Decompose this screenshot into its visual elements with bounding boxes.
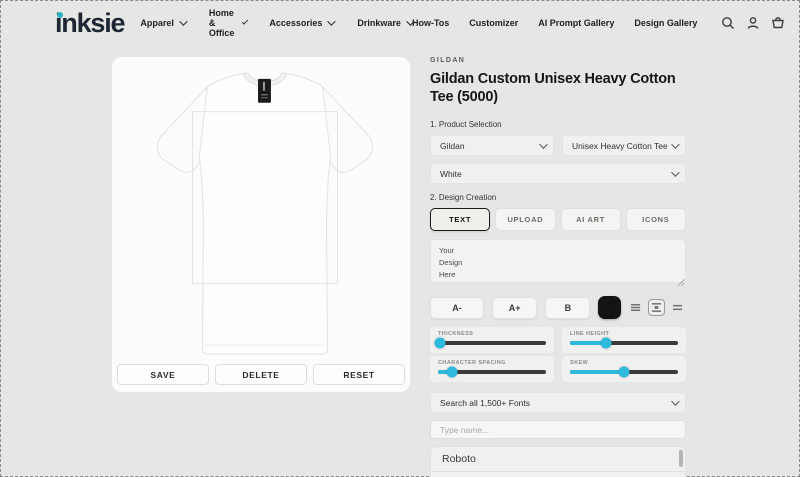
product-selects: Gildan Unisex Heavy Cotton Tee (5000) [430, 135, 686, 156]
link-customizer[interactable]: Customizer [469, 18, 518, 28]
chevron-down-icon [539, 141, 547, 149]
slider-grid: THICKNESS LINE HEIGHT CHARACTER SPACING [430, 327, 686, 382]
tshirt-image [122, 61, 400, 361]
header: inksie Apparel Home & Office Accessories… [0, 0, 800, 46]
page: inksie Apparel Home & Office Accessories… [0, 0, 800, 477]
nav-accessories[interactable]: Accessories [269, 18, 333, 28]
resize-grip-icon[interactable] [677, 279, 684, 286]
search-icon[interactable] [721, 16, 735, 30]
color-select[interactable]: White [430, 163, 686, 184]
thickness-slider[interactable] [438, 341, 546, 345]
chevron-down-icon [671, 169, 679, 177]
design-text-input[interactable]: Your Design Here [430, 239, 686, 283]
line-height-slider-card: LINE HEIGHT [562, 327, 686, 353]
font-name-input[interactable] [430, 420, 686, 439]
header-right: How-Tos Customizer AI Prompt Gallery Des… [412, 16, 785, 30]
product-selection-label: 1. Product Selection [430, 120, 686, 129]
text-color-swatch[interactable] [598, 296, 621, 319]
tshirt-mockup[interactable] [122, 61, 400, 361]
main-nav: Apparel Home & Office Accessories Drinkw… [140, 8, 412, 38]
logo[interactable]: inksie [55, 10, 124, 37]
bold-button[interactable]: B [545, 297, 590, 319]
brand-select[interactable]: Gildan [430, 135, 554, 156]
delete-button[interactable]: DELETE [215, 364, 307, 385]
line-height-slider[interactable] [570, 341, 678, 345]
align-right-icon[interactable] [669, 299, 686, 316]
font-list-scrollbar[interactable] [679, 450, 683, 467]
line-height-slider-thumb[interactable] [600, 338, 611, 349]
cart-icon[interactable] [771, 16, 785, 30]
character-spacing-slider-card: CHARACTER SPACING [430, 356, 554, 382]
link-how-tos[interactable]: How-Tos [412, 18, 449, 28]
account-icon[interactable] [746, 16, 760, 30]
save-button[interactable]: SAVE [117, 364, 209, 385]
tab-ai-art[interactable]: AI ART [561, 208, 621, 231]
align-left-icon[interactable] [627, 299, 644, 316]
product-canvas: SAVE DELETE RESET [112, 57, 410, 392]
page-title: Gildan Custom Unisex Heavy Cotton Tee (5… [430, 70, 686, 106]
chevron-down-icon [328, 17, 336, 25]
align-center-vertical-icon[interactable] [648, 299, 665, 316]
logo-dot [57, 12, 63, 18]
header-icons [721, 16, 785, 30]
thickness-slider-card: THICKNESS [430, 327, 554, 353]
chevron-down-icon [242, 18, 249, 25]
canvas-actions: SAVE DELETE RESET [117, 364, 405, 385]
font-size-decrease-button[interactable]: A- [430, 297, 484, 319]
brand-label: GILDAN [430, 57, 686, 64]
config-panel: GILDAN Gildan Custom Unisex Heavy Cotton… [430, 57, 686, 477]
design-creation-label: 2. Design Creation [430, 193, 686, 202]
font-option-roboto[interactable]: Roboto [431, 447, 685, 471]
reset-button[interactable]: RESET [313, 364, 405, 385]
font-option-open-sans[interactable]: Open Sans [431, 472, 685, 477]
tab-upload[interactable]: UPLOAD [495, 208, 555, 231]
nav-apparel[interactable]: Apparel [140, 18, 185, 28]
skew-slider[interactable] [570, 370, 678, 374]
tab-icons[interactable]: ICONS [626, 208, 686, 231]
character-spacing-slider[interactable] [438, 370, 546, 374]
text-controls: A- A+ B [430, 296, 686, 319]
tab-text[interactable]: TEXT [430, 208, 490, 231]
align-controls [627, 299, 686, 316]
skew-slider-thumb[interactable] [619, 367, 630, 378]
style-select[interactable]: Unisex Heavy Cotton Tee (5000) [562, 135, 686, 156]
font-category-select[interactable]: Search all 1,500+ Fonts [430, 392, 686, 413]
font-list: Roboto Open Sans Google Sans [430, 446, 686, 477]
font-size-increase-button[interactable]: A+ [492, 297, 537, 319]
chevron-down-icon [179, 17, 187, 25]
design-tabs: TEXT UPLOAD AI ART ICONS [430, 208, 686, 231]
character-spacing-slider-thumb[interactable] [447, 367, 458, 378]
skew-slider-card: SKEW [562, 356, 686, 382]
logo-text: inksie [55, 8, 124, 38]
link-ai-prompt-gallery[interactable]: AI Prompt Gallery [538, 18, 614, 28]
link-design-gallery[interactable]: Design Gallery [634, 18, 697, 28]
nav-home-office[interactable]: Home & Office [209, 8, 246, 38]
chevron-down-icon [671, 398, 679, 406]
design-text-wrap: Your Design Here [430, 231, 686, 288]
thickness-slider-thumb[interactable] [435, 338, 446, 349]
chevron-down-icon [671, 141, 679, 149]
nav-drinkware[interactable]: Drinkware [357, 18, 412, 28]
